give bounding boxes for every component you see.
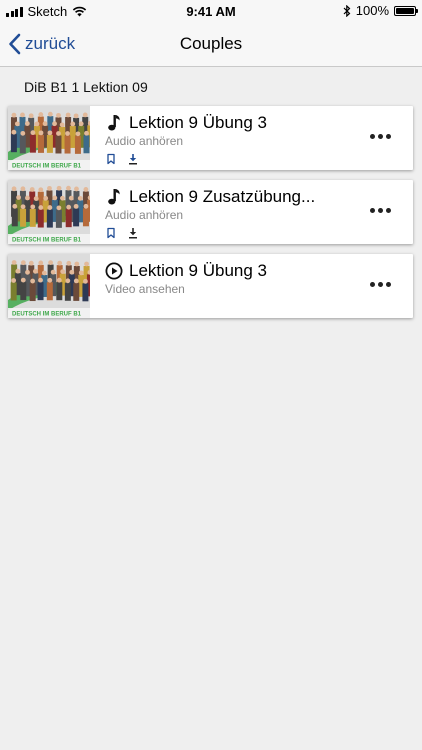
more-button[interactable] [366,130,395,143]
item-title: Lektion 9 Übung 3 [129,261,267,280]
item-title: Lektion 9 Zusatzübung... [129,187,316,206]
chevron-left-icon [9,33,21,55]
svg-text:DEUTSCH IM BERUF B1: DEUTSCH IM BERUF B1 [12,238,82,244]
play-circle-icon [105,262,123,280]
music-note-icon [108,115,120,131]
more-button[interactable] [366,278,395,291]
bookmark-icon[interactable] [105,226,117,239]
battery-fill [396,7,414,14]
battery-percent: 100% [355,3,389,18]
download-icon[interactable] [127,152,139,165]
section-title: DiB B1 1 Lektion 09 [24,79,148,95]
item-actions [105,226,139,239]
list-item[interactable]: DEUTSCH IM BERUF B1 Lektion 9 Zusatzübun… [8,180,413,244]
back-label: zurück [25,34,76,53]
status-bar: Sketch 9:41 AM 100% [0,0,422,22]
item-subtitle: Audio anhören [105,134,184,148]
list-item[interactable]: DEUTSCH IM BERUF B1 Lektion 9 Übung 3 Au… [8,106,413,170]
battery-icon [394,5,418,16]
svg-text:DEUTSCH IM BERUF B1: DEUTSCH IM BERUF B1 [12,312,82,318]
download-icon[interactable] [127,226,139,239]
music-note-icon [108,189,120,205]
status-right: 100% [343,3,418,18]
back-button[interactable]: zurück [8,30,75,58]
navigation-bar: zurück Couples [0,22,422,67]
item-subtitle: Video ansehen [105,282,185,296]
item-actions [105,152,139,165]
item-subtitle: Audio anhören [105,208,184,222]
cover-thumbnail: DEUTSCH IM BERUF B1 [8,254,90,318]
bookmark-icon[interactable] [105,152,117,165]
svg-text:DEUTSCH IM BERUF B1: DEUTSCH IM BERUF B1 [12,164,82,170]
cover-thumbnail: DEUTSCH IM BERUF B1 [8,106,90,170]
list-item[interactable]: DEUTSCH IM BERUF B1 Lektion 9 Übung 3 Vi… [8,254,413,318]
bluetooth-icon [343,4,351,17]
item-title: Lektion 9 Übung 3 [129,113,267,132]
more-button[interactable] [366,204,395,217]
cover-thumbnail: DEUTSCH IM BERUF B1 [8,180,90,244]
